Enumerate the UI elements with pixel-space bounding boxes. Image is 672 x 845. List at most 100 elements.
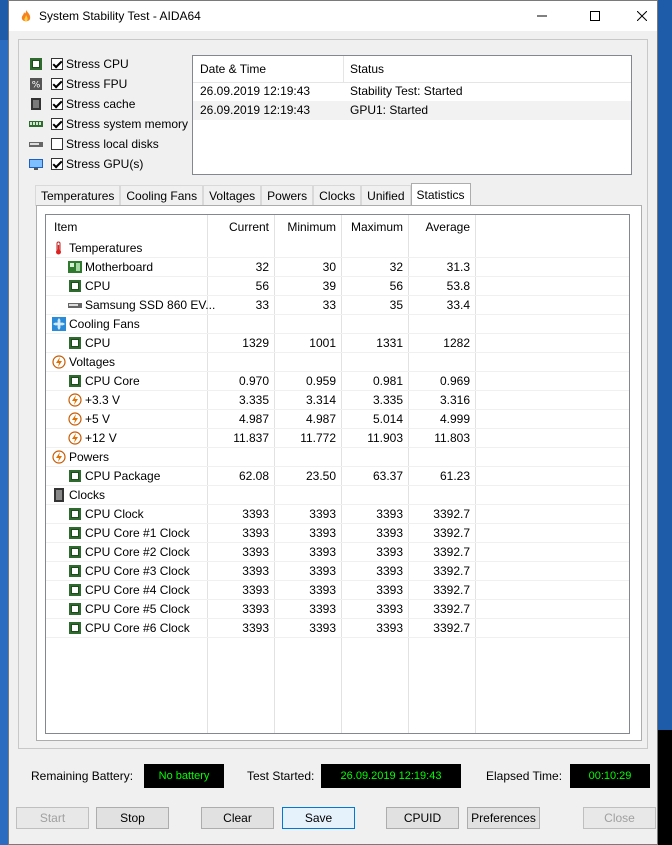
group-row[interactable]: Voltages	[46, 353, 629, 372]
table-row[interactable]: CPU Core #1 Clock 3393 3393 3393 3392.7	[46, 524, 629, 543]
preferences-button[interactable]: Preferences	[467, 807, 540, 829]
gpu-icon	[29, 159, 43, 170]
maximize-button[interactable]	[572, 1, 618, 31]
stress-option[interactable]: Stress system memory	[29, 115, 188, 133]
cpu-chip-icon	[69, 622, 81, 634]
group-row[interactable]: Temperatures	[46, 239, 629, 258]
tab-clocks[interactable]: Clocks	[313, 185, 362, 206]
table-row[interactable]: CPU Core #2 Clock 3393 3393 3393 3392.7	[46, 543, 629, 562]
test-started-label: Test Started:	[247, 769, 315, 783]
tab-statistics[interactable]: Statistics	[410, 183, 471, 206]
stress-option[interactable]: Stress CPU	[29, 55, 129, 73]
minimize-button[interactable]	[519, 1, 565, 31]
table-row[interactable]: +5 V 4.987 4.987 5.014 4.999	[46, 410, 629, 429]
col-header-average[interactable]: Average	[408, 220, 470, 234]
table-row[interactable]: Motherboard 32 30 32 31.3	[46, 258, 629, 277]
event-log[interactable]: Date & Time Status 26.09.2019 12:19:43 S…	[192, 55, 632, 175]
battery-value: No battery	[144, 764, 224, 788]
cpu-chip-icon	[69, 280, 81, 292]
cell-current: 3.335	[238, 393, 269, 407]
col-header-minimum[interactable]: Minimum	[274, 220, 336, 234]
group-row[interactable]: Powers	[46, 448, 629, 467]
stress-checkbox[interactable]	[51, 58, 63, 70]
statistics-table[interactable]: Item Current Minimum Maximum Average Tem…	[45, 214, 630, 734]
stress-option[interactable]: Stress local disks	[29, 135, 159, 153]
cpuid-button[interactable]: CPUID	[386, 807, 459, 829]
flame-icon	[21, 10, 31, 22]
cell-average: 1282	[443, 336, 470, 350]
row-label: CPU Core	[85, 374, 140, 388]
group-row[interactable]: Clocks	[46, 486, 629, 505]
tab-unified[interactable]: Unified	[361, 185, 411, 206]
group-row[interactable]: Cooling Fans	[46, 315, 629, 334]
table-row[interactable]: CPU Clock 3393 3393 3393 3392.7	[46, 505, 629, 524]
log-row[interactable]: 26.09.2019 12:19:43 GPU1: Started	[193, 101, 631, 120]
cell-average: 4.999	[439, 412, 470, 426]
row-label: Powers	[69, 450, 110, 464]
start-button[interactable]: Start	[16, 807, 89, 829]
table-row[interactable]: CPU Core #5 Clock 3393 3393 3393 3392.7	[46, 600, 629, 619]
table-row[interactable]: CPU 56 39 56 53.8	[46, 277, 629, 296]
cell-current: 11.837	[233, 431, 269, 445]
disk-icon	[29, 142, 43, 147]
cell-current: 3393	[242, 602, 269, 616]
table-row[interactable]: CPU Core #4 Clock 3393 3393 3393 3392.7	[46, 581, 629, 600]
cell-maximum: 5.014	[372, 412, 403, 426]
cell-current: 0.970	[238, 374, 269, 388]
cpu-chip-icon	[69, 375, 81, 387]
log-col-status[interactable]: Status	[350, 62, 384, 76]
cell-minimum: 3393	[309, 545, 336, 559]
stress-option[interactable]: Stress GPU(s)	[29, 155, 143, 173]
stop-button[interactable]: Stop	[96, 807, 169, 829]
cell-maximum: 56	[389, 279, 403, 293]
voltage-icon	[68, 412, 82, 426]
tab-temperatures[interactable]: Temperatures	[35, 185, 121, 206]
thermometer-icon	[56, 241, 61, 255]
log-datetime: 26.09.2019 12:19:43	[200, 84, 311, 98]
col-header-current[interactable]: Current	[207, 220, 269, 234]
stress-checkbox[interactable]	[51, 158, 63, 170]
row-label: Samsung SSD 860 EV...	[85, 298, 216, 312]
table-row[interactable]: CPU Package 62.08 23.50 63.37 61.23	[46, 467, 629, 486]
row-label: Clocks	[69, 488, 106, 502]
stress-option[interactable]: % Stress FPU	[29, 75, 127, 93]
stress-checkbox[interactable]	[51, 98, 63, 110]
stress-checkbox[interactable]	[51, 118, 63, 130]
cell-average: 3392.7	[433, 621, 470, 635]
table-row[interactable]: Samsung SSD 860 EV... 33 33 35 33.4	[46, 296, 629, 315]
table-row[interactable]: CPU Core #3 Clock 3393 3393 3393 3392.7	[46, 562, 629, 581]
cpu-icon	[30, 58, 42, 70]
cell-current: 3393	[242, 526, 269, 540]
stress-checkbox[interactable]	[51, 78, 63, 90]
table-row[interactable]: CPU Core 0.970 0.959 0.981 0.969	[46, 372, 629, 391]
tab-cooling-fans[interactable]: Cooling Fans	[120, 185, 204, 206]
tab-powers[interactable]: Powers	[261, 185, 314, 206]
table-row[interactable]: +12 V 11.837 11.772 11.903 11.803	[46, 429, 629, 448]
table-row[interactable]: CPU Core #6 Clock 3393 3393 3393 3392.7	[46, 619, 629, 638]
log-status: GPU1: Started	[350, 103, 429, 117]
cell-maximum: 3393	[376, 602, 403, 616]
cell-minimum: 39	[322, 279, 336, 293]
log-row[interactable]: 26.09.2019 12:19:43 Stability Test: Star…	[193, 82, 631, 101]
row-label: +5 V	[85, 412, 111, 426]
cell-maximum: 0.981	[372, 374, 403, 388]
cell-minimum: 33	[322, 298, 336, 312]
row-label: +12 V	[85, 431, 117, 445]
col-header-maximum[interactable]: Maximum	[341, 220, 403, 234]
row-label: CPU Core #6 Clock	[85, 621, 190, 635]
title-bar[interactable]: System Stability Test - AIDA64	[9, 1, 657, 31]
tab-voltages[interactable]: Voltages	[203, 185, 262, 206]
cell-average: 0.969	[439, 374, 470, 388]
log-col-datetime[interactable]: Date & Time	[200, 62, 266, 76]
close-icon	[637, 11, 647, 21]
stress-label: Stress GPU(s)	[66, 157, 144, 171]
stress-checkbox[interactable]	[51, 138, 63, 150]
col-header-item[interactable]: Item	[54, 220, 77, 234]
close-button[interactable]: Close	[583, 807, 656, 829]
stress-option[interactable]: Stress cache	[29, 95, 135, 113]
clear-button[interactable]: Clear	[201, 807, 274, 829]
table-row[interactable]: CPU 1329 1001 1331 1282	[46, 334, 629, 353]
table-row[interactable]: +3.3 V 3.335 3.314 3.335 3.316	[46, 391, 629, 410]
save-button[interactable]: Save	[282, 807, 355, 829]
close-window-button[interactable]	[619, 1, 665, 31]
